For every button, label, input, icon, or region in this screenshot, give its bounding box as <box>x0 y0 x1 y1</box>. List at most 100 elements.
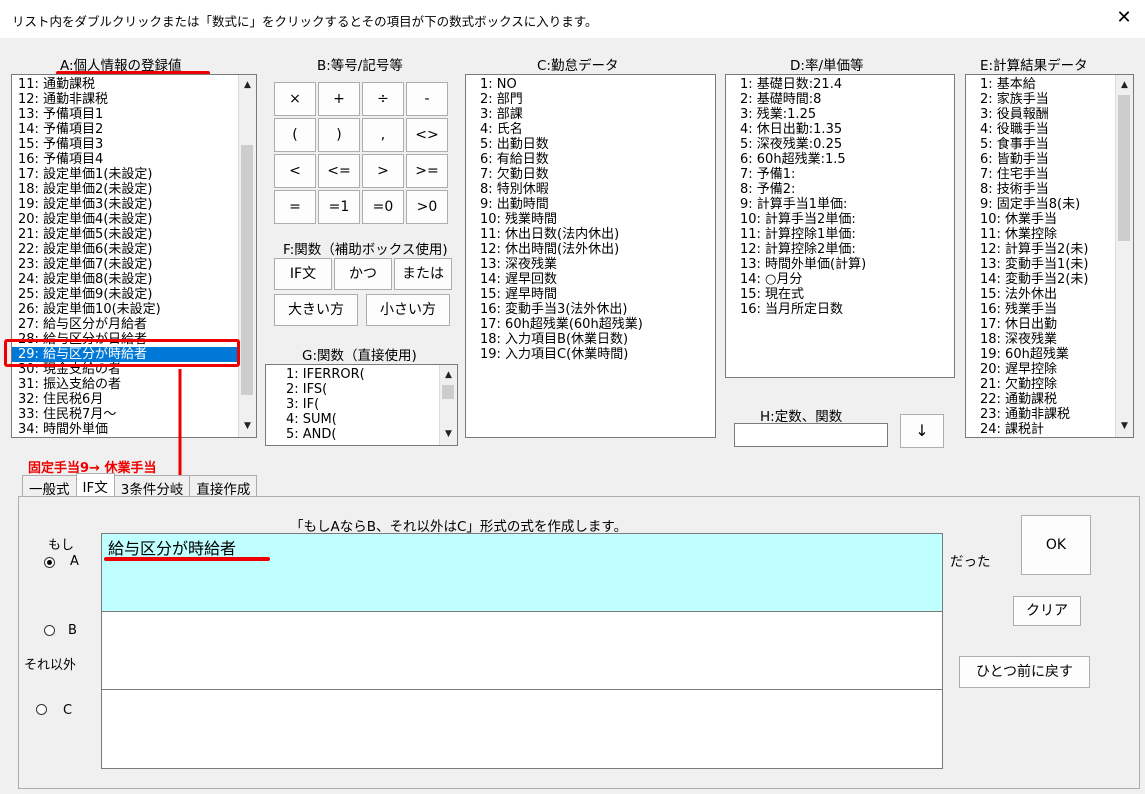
list-item[interactable]: 4: 休日出勤:1.35 <box>740 122 954 137</box>
list-item[interactable]: 4: 役職手当 <box>980 122 1133 137</box>
radio-a[interactable] <box>44 557 55 568</box>
list-e[interactable]: 1: 基本給 2: 家族手当 3: 役員報酬 4: 役職手当 5: 食事手当 6: 皆勤手… <box>965 74 1134 438</box>
radio-b[interactable] <box>44 625 55 636</box>
list-item[interactable]: 22: 通勤課税 <box>980 392 1133 407</box>
list-item[interactable]: 24: 課税計 <box>980 422 1133 437</box>
list-item[interactable]: 23: 通勤非課税 <box>980 407 1133 422</box>
list-item[interactable]: 31: 振込支給の者 <box>18 377 256 392</box>
list-item[interactable]: 27: 給与区分が月給者 <box>18 317 256 332</box>
symbol-button[interactable]: , <box>362 118 404 152</box>
symbol-button[interactable]: =0 <box>362 190 404 224</box>
list-item[interactable]: 11: 計算控除1単価: <box>740 227 954 242</box>
scroll-down-icon[interactable]: ▼ <box>239 418 256 435</box>
list-item[interactable]: 10: 休業手当 <box>980 212 1133 227</box>
condition-c-box[interactable] <box>101 689 943 769</box>
list-item[interactable]: 1: 基本給 <box>980 77 1133 92</box>
list-a-scrollbar[interactable]: ▲ ▼ <box>238 75 256 437</box>
symbol-button[interactable]: ( <box>274 118 316 152</box>
list-item[interactable]: 2: 基礎時間:8 <box>740 92 954 107</box>
list-item[interactable]: 7: 予備1: <box>740 167 954 182</box>
list-item[interactable]: 1: IFERROR( <box>286 367 457 382</box>
scroll-down-icon[interactable]: ▼ <box>1116 418 1133 435</box>
list-g[interactable]: 1: IFERROR(2: IFS(3: IF(4: SUM(5: AND( ▲… <box>265 364 458 446</box>
list-item[interactable]: 5: 食事手当 <box>980 137 1133 152</box>
list-item[interactable]: 16: 予備項目4 <box>18 152 256 167</box>
list-item[interactable]: 6: 60h超残業:1.5 <box>740 152 954 167</box>
list-item[interactable]: 13: 深夜残業 <box>480 257 715 272</box>
function-button[interactable]: 小さい方 <box>366 294 450 326</box>
list-item[interactable]: 15: 予備項目3 <box>18 137 256 152</box>
symbol-button[interactable]: <> <box>406 118 448 152</box>
list-item[interactable]: 26: 設定単価10(未設定) <box>18 302 256 317</box>
function-button[interactable]: かつ <box>334 258 392 290</box>
undo-button[interactable]: ひとつ前に戻す <box>959 656 1090 688</box>
scroll-down-icon[interactable]: ▼ <box>440 426 457 443</box>
symbol-button[interactable]: >= <box>406 154 448 188</box>
list-item[interactable]: 15: 遅早時間 <box>480 287 715 302</box>
list-item[interactable]: 13: 予備項目1 <box>18 107 256 122</box>
list-item[interactable]: 9: 出勤時間 <box>480 197 715 212</box>
list-item[interactable]: 5: 深夜残業:0.25 <box>740 137 954 152</box>
radio-c[interactable] <box>36 704 47 715</box>
list-item[interactable]: 6: 皆勤手当 <box>980 152 1133 167</box>
list-item[interactable]: 13: 変動手当1(未) <box>980 257 1133 272</box>
list-item[interactable]: 6: 有給日数 <box>480 152 715 167</box>
list-item[interactable]: 8: 技術手当 <box>980 182 1133 197</box>
list-d[interactable]: 1: 基礎日数:21.4 2: 基礎時間:8 3: 残業:1.25 4: 休日出勤:1… <box>725 74 955 378</box>
function-button[interactable]: 大きい方 <box>274 294 358 326</box>
scroll-up-icon[interactable]: ▲ <box>440 367 457 384</box>
list-item[interactable]: 16: 当月所定日数 <box>740 302 954 317</box>
insert-arrow-button[interactable]: ↓ <box>900 414 944 448</box>
list-item[interactable]: 3: 残業:1.25 <box>740 107 954 122</box>
list-c[interactable]: 1: NO 2: 部門 3: 部課 4: 氏名 5: 出勤日数 6: 有給日数 7: 欠勤日… <box>465 74 716 438</box>
list-item[interactable]: 14: 予備項目2 <box>18 122 256 137</box>
list-item[interactable]: 12: 計算手当2(未) <box>980 242 1133 257</box>
list-item[interactable]: 11: 休出日数(法内休出) <box>480 227 715 242</box>
list-item[interactable]: 7: 欠勤日数 <box>480 167 715 182</box>
symbol-button[interactable]: < <box>274 154 316 188</box>
list-item[interactable]: 9: 固定手当8(未) <box>980 197 1133 212</box>
condition-a-box[interactable]: 給与区分が時給者 <box>101 533 943 613</box>
list-item[interactable]: 20: 遅早控除 <box>980 362 1133 377</box>
list-item[interactable]: 21: 設定単価5(未設定) <box>18 227 256 242</box>
list-item[interactable]: 17: 60h超残業(60h超残業) <box>480 317 715 332</box>
function-button[interactable]: または <box>394 258 452 290</box>
symbol-button[interactable]: × <box>274 82 316 116</box>
symbol-button[interactable]: >0 <box>406 190 448 224</box>
list-item[interactable]: 10: 残業時間 <box>480 212 715 227</box>
symbol-button[interactable]: > <box>362 154 404 188</box>
list-item[interactable]: 2: 家族手当 <box>980 92 1133 107</box>
list-item[interactable]: 8: 特別休暇 <box>480 182 715 197</box>
list-item[interactable]: 18: 入力項目B(休業日数) <box>480 332 715 347</box>
list-item[interactable]: 12: 通勤非課税 <box>18 92 256 107</box>
list-item[interactable]: 8: 予備2: <box>740 182 954 197</box>
list-item[interactable]: 18: 設定単価2(未設定) <box>18 182 256 197</box>
list-a[interactable]: 11: 通勤課税 12: 通勤非課税 13: 予備項目1 14: 予備項目2 15: 予… <box>11 74 257 438</box>
list-item[interactable]: 16: 残業手当 <box>980 302 1133 317</box>
ok-button[interactable]: OK <box>1021 515 1091 575</box>
list-item[interactable]: 16: 変動手当3(法外休出) <box>480 302 715 317</box>
list-item[interactable]: 4: 氏名 <box>480 122 715 137</box>
list-item[interactable]: 24: 設定単価8(未設定) <box>18 272 256 287</box>
list-item[interactable]: 33: 住民税7月～ <box>18 407 256 422</box>
list-item[interactable]: 10: 計算手当2単価: <box>740 212 954 227</box>
list-item[interactable]: 2: 部門 <box>480 92 715 107</box>
scroll-up-icon[interactable]: ▲ <box>239 77 256 94</box>
clear-button[interactable]: クリア <box>1013 596 1081 626</box>
list-item[interactable]: 18: 深夜残業 <box>980 332 1133 347</box>
list-item[interactable]: 21: 欠勤控除 <box>980 377 1133 392</box>
list-item[interactable]: 3: 役員報酬 <box>980 107 1133 122</box>
symbol-button[interactable]: - <box>406 82 448 116</box>
function-button[interactable]: IF文 <box>274 258 332 290</box>
list-item[interactable]: 15: 法外休出 <box>980 287 1133 302</box>
symbol-button[interactable]: ) <box>318 118 360 152</box>
list-item[interactable]: 11: 通勤課税 <box>18 77 256 92</box>
symbol-button[interactable]: =1 <box>318 190 360 224</box>
list-e-scrollbar[interactable]: ▲ ▼ <box>1115 75 1133 437</box>
list-item[interactable]: 5: AND( <box>286 427 457 442</box>
list-item[interactable]: 19: 60h超残業 <box>980 347 1133 362</box>
symbol-button[interactable]: <= <box>318 154 360 188</box>
list-item[interactable]: 15: 現在式 <box>740 287 954 302</box>
scroll-thumb[interactable] <box>442 385 454 399</box>
symbol-button[interactable]: = <box>274 190 316 224</box>
